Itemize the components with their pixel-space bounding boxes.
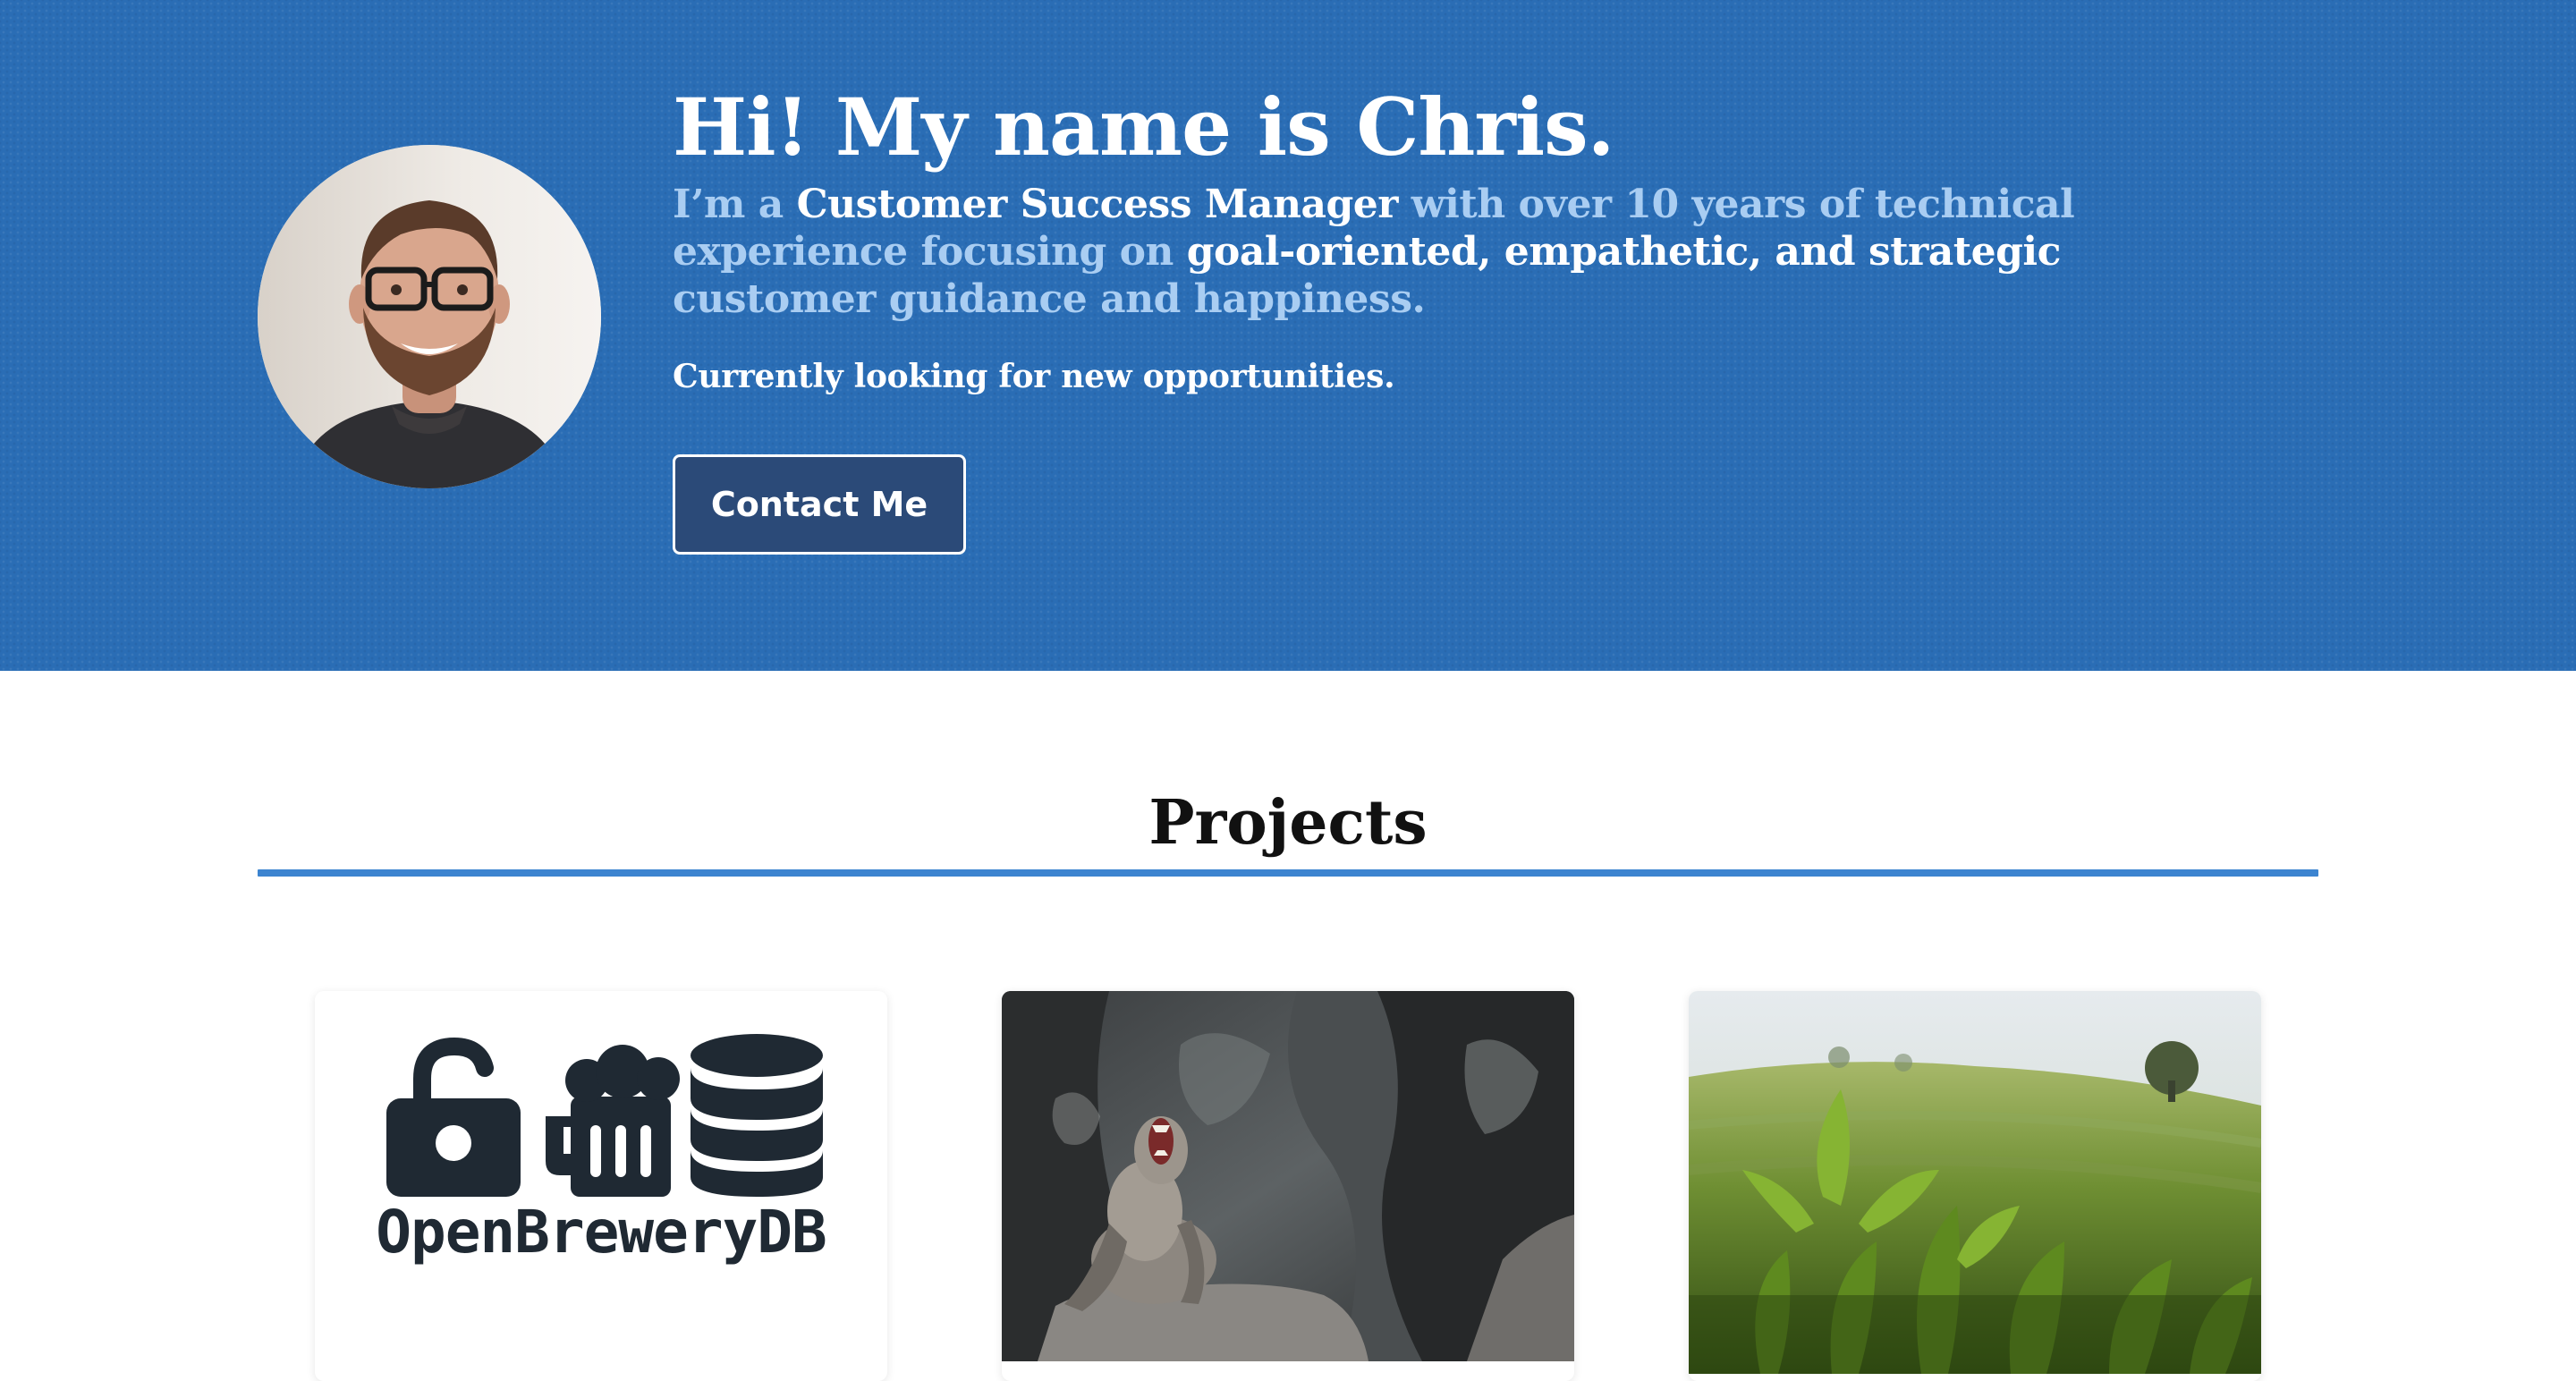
monkey-yawning-image [1002,991,1574,1361]
project-card-3[interactable] [1689,991,2261,1381]
hero-text: Hi! My name is Chris. I’m a Customer Suc… [673,79,2247,396]
intro-qualities: goal-oriented, empathetic, and strategic [1186,229,2062,275]
project-card-openbrewerydb[interactable]: OpenBreweryDB [315,991,887,1381]
availability-status: Currently looking for new opportunities. [673,358,1395,395]
hero-section: Hi! My name is Chris. I’m a Customer Suc… [0,0,2576,671]
project-card-2[interactable] [1002,991,1574,1381]
intro-role: Customer Success Manager [796,182,1399,227]
intro-text-1: I’m a [673,182,797,227]
projects-divider [258,869,2318,877]
contact-me-button[interactable]: Contact Me [673,454,966,555]
beer-mug-icon [546,1045,680,1197]
projects-heading: Projects [1148,787,1428,859]
unlock-icon [386,1037,521,1197]
hero-title: Hi! My name is Chris. [673,80,1614,174]
profile-avatar [258,145,601,488]
hero-intro: I’m a Customer Success Manager with over… [673,181,2247,323]
profile-photo [258,145,601,488]
intro-text-3: customer guidance and happiness. [673,276,1426,322]
tea-plantation-image [1689,991,2261,1374]
openbrewerydb-logo [386,1034,823,1197]
openbrewerydb-wordmark: OpenBreweryDB [376,1198,827,1267]
database-icon [691,1034,823,1197]
